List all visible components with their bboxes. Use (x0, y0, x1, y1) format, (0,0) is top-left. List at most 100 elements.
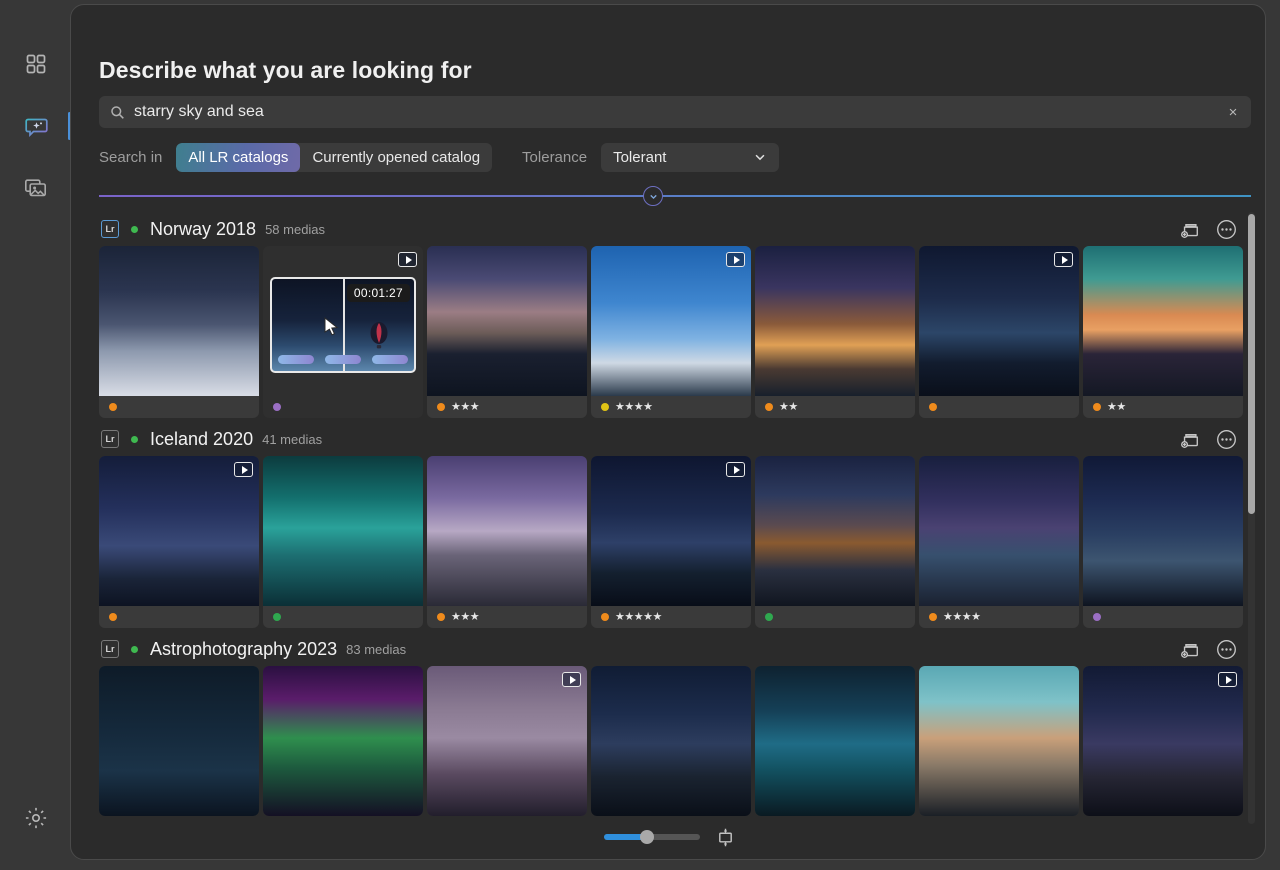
media-card[interactable] (1083, 456, 1243, 628)
video-preview[interactable]: 00:01:27 (270, 277, 416, 373)
media-card[interactable] (263, 456, 423, 628)
media-thumbnail (591, 666, 751, 816)
photo-image (591, 666, 751, 816)
settings-gear-icon[interactable] (18, 800, 54, 836)
media-badges (99, 396, 259, 418)
more-options-icon[interactable] (1213, 426, 1239, 452)
video-timecode: 00:01:27 (346, 284, 410, 302)
star-rating: ★★ (1107, 400, 1126, 413)
catalog-title: Astrophotography 2023 (150, 638, 338, 659)
media-card[interactable]: ★★★★ (591, 246, 751, 418)
media-badges: ★★ (1083, 396, 1243, 418)
photo-image (1083, 456, 1243, 606)
catalog-media-count: 58 medias (265, 221, 326, 237)
media-card[interactable] (263, 666, 423, 816)
more-options-icon[interactable] (1213, 216, 1239, 242)
add-to-collection-icon[interactable] (1177, 636, 1203, 662)
star-rating: ★★ (779, 400, 798, 413)
video-play-icon (726, 252, 745, 267)
add-to-collection-icon[interactable] (1177, 426, 1203, 452)
color-label-dot (437, 403, 445, 411)
star-rating: ★★★ (451, 400, 480, 413)
lightroom-catalog-icon: Lr (101, 640, 119, 658)
media-thumbnail (99, 246, 259, 396)
video-play-icon (234, 462, 253, 477)
photo-image (99, 456, 259, 606)
media-card[interactable] (755, 456, 915, 628)
photo-image (99, 246, 259, 396)
scope-currently-opened-catalog[interactable]: Currently opened catalog (300, 143, 492, 172)
media-card[interactable] (1083, 666, 1243, 816)
color-label-dot (765, 613, 773, 621)
media-card[interactable] (755, 666, 915, 816)
media-card[interactable]: ★★ (755, 246, 915, 418)
media-card[interactable] (99, 246, 259, 418)
hot-air-balloon-icon (370, 322, 388, 349)
media-card[interactable]: ★★★★ (919, 456, 1079, 628)
media-card[interactable] (99, 666, 259, 816)
fit-to-screen-icon[interactable] (716, 828, 735, 847)
clear-search-icon[interactable]: × (1219, 98, 1247, 126)
media-thumbnail (99, 456, 259, 606)
color-label-dot (1093, 613, 1101, 621)
collapse-toggle-chevron-icon[interactable] (643, 186, 663, 206)
media-thumbnail (1083, 666, 1243, 816)
media-card[interactable]: 00:01:27 (263, 246, 423, 418)
media-card[interactable]: ★★★★★ (591, 456, 751, 628)
media-thumbnail (919, 666, 1079, 816)
catalog-group-header: Lr Astrophotography 2023 83 medias (99, 632, 1257, 666)
media-card[interactable] (919, 246, 1079, 418)
media-badges (263, 396, 423, 418)
catalog-group: Lr Iceland 2020 41 medias ★★★ ★★★★★ ★★★★ (99, 422, 1257, 628)
photo-image (99, 666, 259, 816)
thumbnail-size-slider[interactable] (603, 830, 700, 844)
video-play-icon (398, 252, 417, 267)
catalog-group: Lr Norway 2018 58 medias 00:01:27 ★★★ ★★★★ ★★ ★… (99, 212, 1257, 418)
search-input[interactable] (134, 103, 1219, 121)
photo-image (427, 246, 587, 396)
chevron-down-icon (755, 154, 765, 161)
slider-thumb[interactable] (639, 830, 654, 844)
media-card[interactable] (919, 666, 1079, 816)
more-options-icon[interactable] (1213, 636, 1239, 662)
search-bar: × (99, 96, 1251, 128)
star-rating: ★★★★ (943, 610, 981, 623)
video-play-icon (1218, 672, 1237, 687)
media-thumbnail (427, 246, 587, 396)
catalog-title: Norway 2018 (150, 218, 257, 239)
video-segment-bars (272, 355, 414, 364)
catalog-status-dot (131, 435, 138, 443)
color-label-dot (1093, 403, 1101, 411)
media-thumbnail (1083, 246, 1243, 396)
media-card[interactable]: ★★★ (427, 456, 587, 628)
media-badges (919, 396, 1079, 418)
photo-image (755, 456, 915, 606)
photo-image (755, 246, 915, 396)
scope-all-lr-catalogs[interactable]: All LR catalogs (176, 142, 301, 172)
media-card[interactable] (591, 666, 751, 816)
tolerance-label: Tolerance (522, 148, 588, 166)
scrollbar-thumb[interactable] (1248, 214, 1255, 514)
media-badges: ★★ (755, 396, 915, 418)
media-card[interactable] (427, 666, 587, 816)
sidebar-item-library[interactable] (18, 170, 54, 206)
media-thumbnail (755, 246, 915, 396)
media-card[interactable]: ★★★ (427, 246, 587, 418)
photo-image (427, 666, 587, 816)
media-thumbnail (591, 456, 751, 606)
color-label-dot (765, 403, 773, 411)
media-card[interactable] (99, 456, 259, 628)
sidebar-item-ai-search[interactable] (18, 108, 54, 144)
sidebar-item-grid[interactable] (18, 46, 54, 82)
media-thumbnail (427, 456, 587, 606)
main-panel: Describe what you are looking for × Sear… (70, 4, 1266, 860)
photo-image (263, 456, 423, 606)
color-label-dot (273, 613, 281, 621)
media-card[interactable]: ★★ (1083, 246, 1243, 418)
star-rating: ★★★★★ (615, 610, 662, 623)
divider-line (99, 195, 1251, 197)
media-badges (99, 606, 259, 628)
catalog-status-dot (131, 645, 138, 653)
tolerance-select[interactable]: Tolerant (601, 142, 780, 172)
add-to-collection-icon[interactable] (1177, 216, 1203, 242)
